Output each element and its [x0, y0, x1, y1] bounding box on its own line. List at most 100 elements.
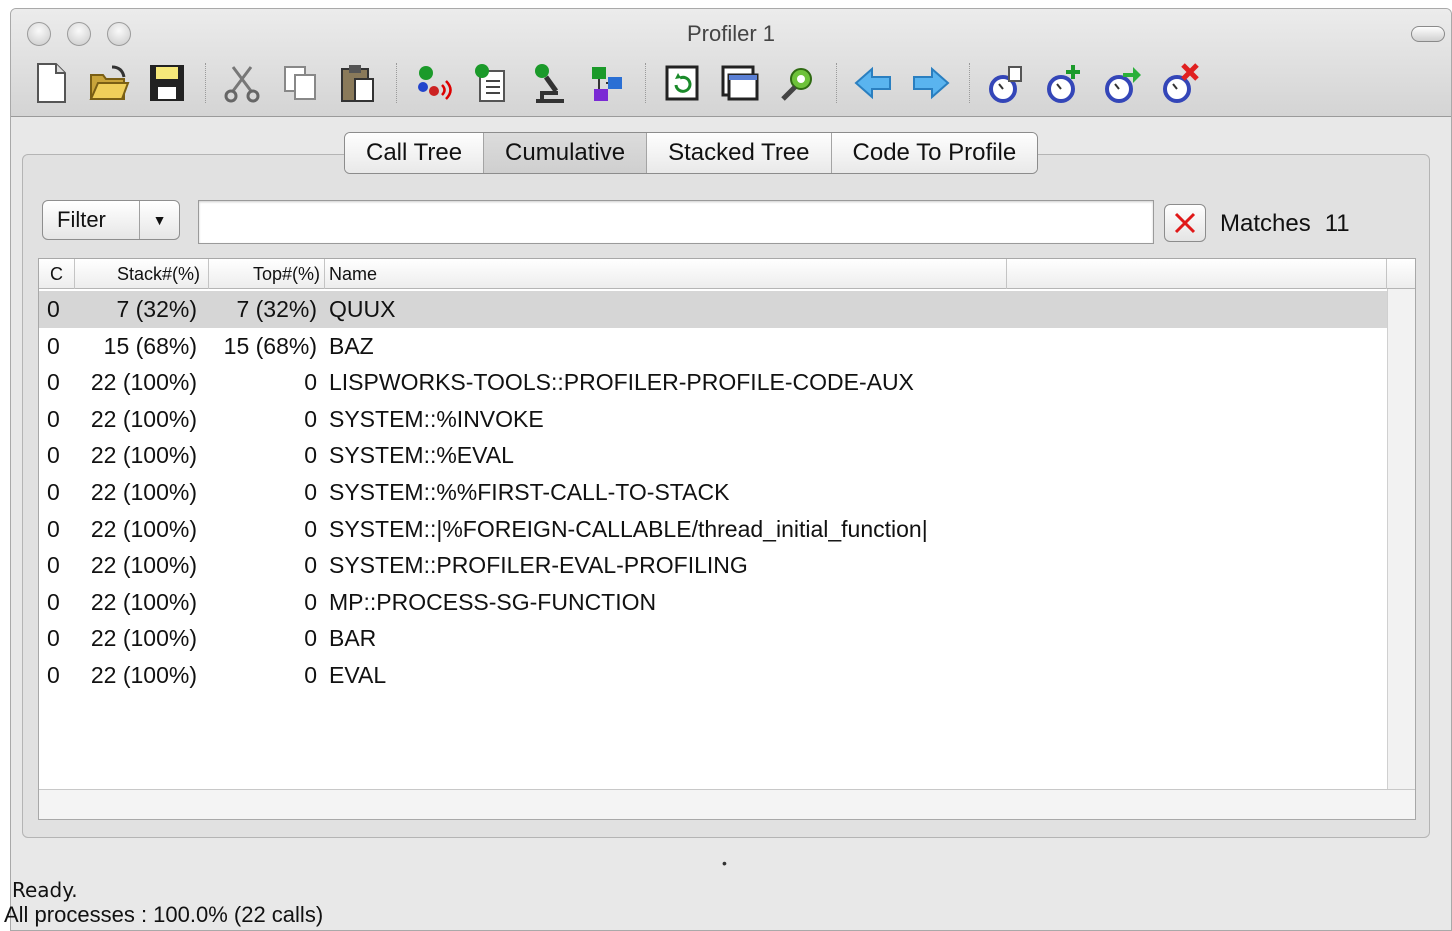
profiler-add-icon[interactable]	[1042, 59, 1086, 107]
cell-top: 7 (32%)	[236, 296, 317, 322]
cell-stack: 22 (100%)	[90, 588, 197, 615]
tab-call-tree[interactable]: Call Tree	[345, 133, 485, 173]
cell-stack: 22 (100%)	[90, 405, 197, 432]
cell-c: 0	[47, 442, 60, 469]
cell-c: 0	[47, 369, 60, 396]
tab-cumulative[interactable]: Cumulative	[484, 133, 648, 173]
cut-scissors-icon[interactable]	[220, 59, 264, 107]
status-summary: All processes : 100.0% (22 calls)	[4, 902, 324, 927]
copy-icon[interactable]	[278, 59, 322, 107]
cell-top: 0	[304, 515, 317, 542]
table-header: C Stack#(%) Top#(%) Name	[39, 259, 1415, 289]
filter-input[interactable]	[198, 200, 1154, 244]
new-document-icon[interactable]	[29, 59, 73, 107]
close-icon	[1174, 212, 1196, 234]
cell-top: 15 (68%)	[223, 332, 317, 359]
column-header-name[interactable]: Name	[325, 259, 1007, 289]
table-row[interactable]: 0 7 (32%) 7 (32%) QUUX	[39, 291, 1387, 328]
cell-top: 0	[304, 625, 317, 652]
cell-c: 0	[47, 588, 60, 615]
matches-count: Matches 11	[1220, 210, 1350, 238]
refresh-icon[interactable]	[660, 59, 704, 107]
cell-c: 0	[47, 515, 60, 542]
column-header-c[interactable]: C	[39, 259, 75, 289]
cell-stack: 22 (100%)	[90, 661, 197, 688]
table-row[interactable]: 0 22 (100%) 0 MP::PROCESS-SG-FUNCTION	[39, 584, 1387, 621]
settings-gear-icon[interactable]	[776, 59, 820, 107]
table-row[interactable]: 0 22 (100%) 0 SYSTEM::PROFILER-EVAL-PROFILI…	[39, 547, 1387, 584]
cell-stack: 15 (68%)	[103, 332, 197, 359]
paste-icon[interactable]	[336, 59, 380, 107]
window-icon[interactable]	[718, 59, 762, 107]
table-row[interactable]: 0 22 (100%) 0 BAR	[39, 620, 1387, 657]
toolbar-separator	[205, 63, 206, 103]
cell-c: 0	[47, 661, 60, 688]
column-header-top[interactable]: Top#(%)	[209, 259, 325, 289]
window-title: Profiler 1	[686, 21, 776, 46]
cell-stack: 22 (100%)	[90, 625, 197, 652]
class-browser-icon[interactable]	[585, 59, 629, 107]
title-bar: Profiler 1	[11, 9, 1451, 117]
cell-top: 0	[304, 661, 317, 688]
save-disk-icon[interactable]	[145, 59, 189, 107]
cell-name: SYSTEM::%INVOKE	[329, 405, 544, 432]
toolbar-separator	[645, 63, 646, 103]
filter-dropdown[interactable]: Filter ▼	[42, 200, 180, 240]
cell-c: 0	[47, 625, 60, 652]
cell-name: QUUX	[329, 296, 396, 322]
chevron-down-icon: ▼	[139, 201, 179, 239]
cell-name: LISPWORKS-TOOLS::PROFILER-PROFILE-CODE-A…	[329, 369, 914, 396]
cell-name: SYSTEM::PROFILER-EVAL-PROFILING	[329, 552, 748, 579]
toolbar-toggle-button[interactable]	[1411, 26, 1445, 42]
horizontal-scrollbar[interactable]	[39, 789, 1415, 819]
profiler-remove-icon[interactable]	[1158, 59, 1202, 107]
cell-name: BAZ	[329, 332, 374, 359]
cell-top: 0	[304, 442, 317, 469]
cell-name: BAR	[329, 625, 377, 652]
table-row[interactable]: 0 22 (100%) 0 LISPWORKS-TOOLS::PROFILER-PRO…	[39, 364, 1387, 401]
cell-name: SYSTEM::%EVAL	[329, 442, 514, 469]
cell-top: 0	[304, 369, 317, 396]
cell-c: 0	[47, 405, 60, 432]
status-message: Ready.	[12, 878, 78, 902]
matches-label: Matches	[1220, 210, 1311, 237]
column-header-extra[interactable]	[1007, 259, 1387, 289]
matches-value: 11	[1324, 210, 1350, 237]
view-tabs: Call Tree Cumulative Stacked Tree Code T…	[344, 132, 1039, 174]
cell-stack: 7 (32%)	[116, 296, 197, 322]
clear-filter-button[interactable]	[1164, 204, 1206, 242]
table-row[interactable]: 0 22 (100%) 0 SYSTEM::%INVOKE	[39, 401, 1387, 438]
table-row[interactable]: 0 22 (100%) 0 SYSTEM::|%FOREIGN-CALLABLE/th…	[39, 511, 1387, 548]
cell-c: 0	[47, 296, 60, 322]
open-folder-icon[interactable]	[87, 59, 131, 107]
cell-c: 0	[47, 332, 60, 359]
cell-stack: 22 (100%)	[90, 478, 197, 505]
column-header-stack[interactable]: Stack#(%)	[75, 259, 209, 289]
cell-c: 0	[47, 552, 60, 579]
cell-top: 0	[304, 588, 317, 615]
filter-label: Filter	[57, 207, 106, 232]
table-body: 07 (32%) 7 (32%) QUUX 0 15 (68%) 15 (68%) BAZ 0…	[39, 291, 1387, 694]
profile-run-icon[interactable]	[411, 59, 455, 107]
browse-list-icon[interactable]	[469, 59, 513, 107]
cell-stack: 22 (100%)	[90, 515, 197, 542]
toolbar-separator	[836, 63, 837, 103]
cell-stack: 22 (100%)	[90, 552, 197, 579]
tab-code-to-profile[interactable]: Code To Profile	[831, 133, 1038, 173]
profiler-view-icon[interactable]	[984, 59, 1028, 107]
table-row[interactable]: 0 22 (100%) 0 SYSTEM::%%FIRST-CALL-TO-STACK	[39, 474, 1387, 511]
forward-arrow-icon[interactable]	[909, 59, 953, 107]
cell-stack: 22 (100%)	[90, 442, 197, 469]
table-row[interactable]: 0 15 (68%) 15 (68%) BAZ	[39, 328, 1387, 365]
split-handle[interactable]: •	[722, 856, 730, 870]
table-row[interactable]: 0 22 (100%) 0 EVAL	[39, 657, 1387, 694]
profiler-export-icon[interactable]	[1100, 59, 1144, 107]
toolbar-separator	[969, 63, 970, 103]
tab-stacked-tree[interactable]: Stacked Tree	[647, 133, 832, 173]
inspect-microscope-icon[interactable]	[527, 59, 571, 107]
table-row[interactable]: 0 22 (100%) 0 SYSTEM::%EVAL	[39, 437, 1387, 474]
vertical-scrollbar[interactable]	[1387, 289, 1415, 789]
cell-c: 0	[47, 478, 60, 505]
cell-name: MP::PROCESS-SG-FUNCTION	[329, 588, 657, 615]
back-arrow-icon[interactable]	[851, 59, 895, 107]
